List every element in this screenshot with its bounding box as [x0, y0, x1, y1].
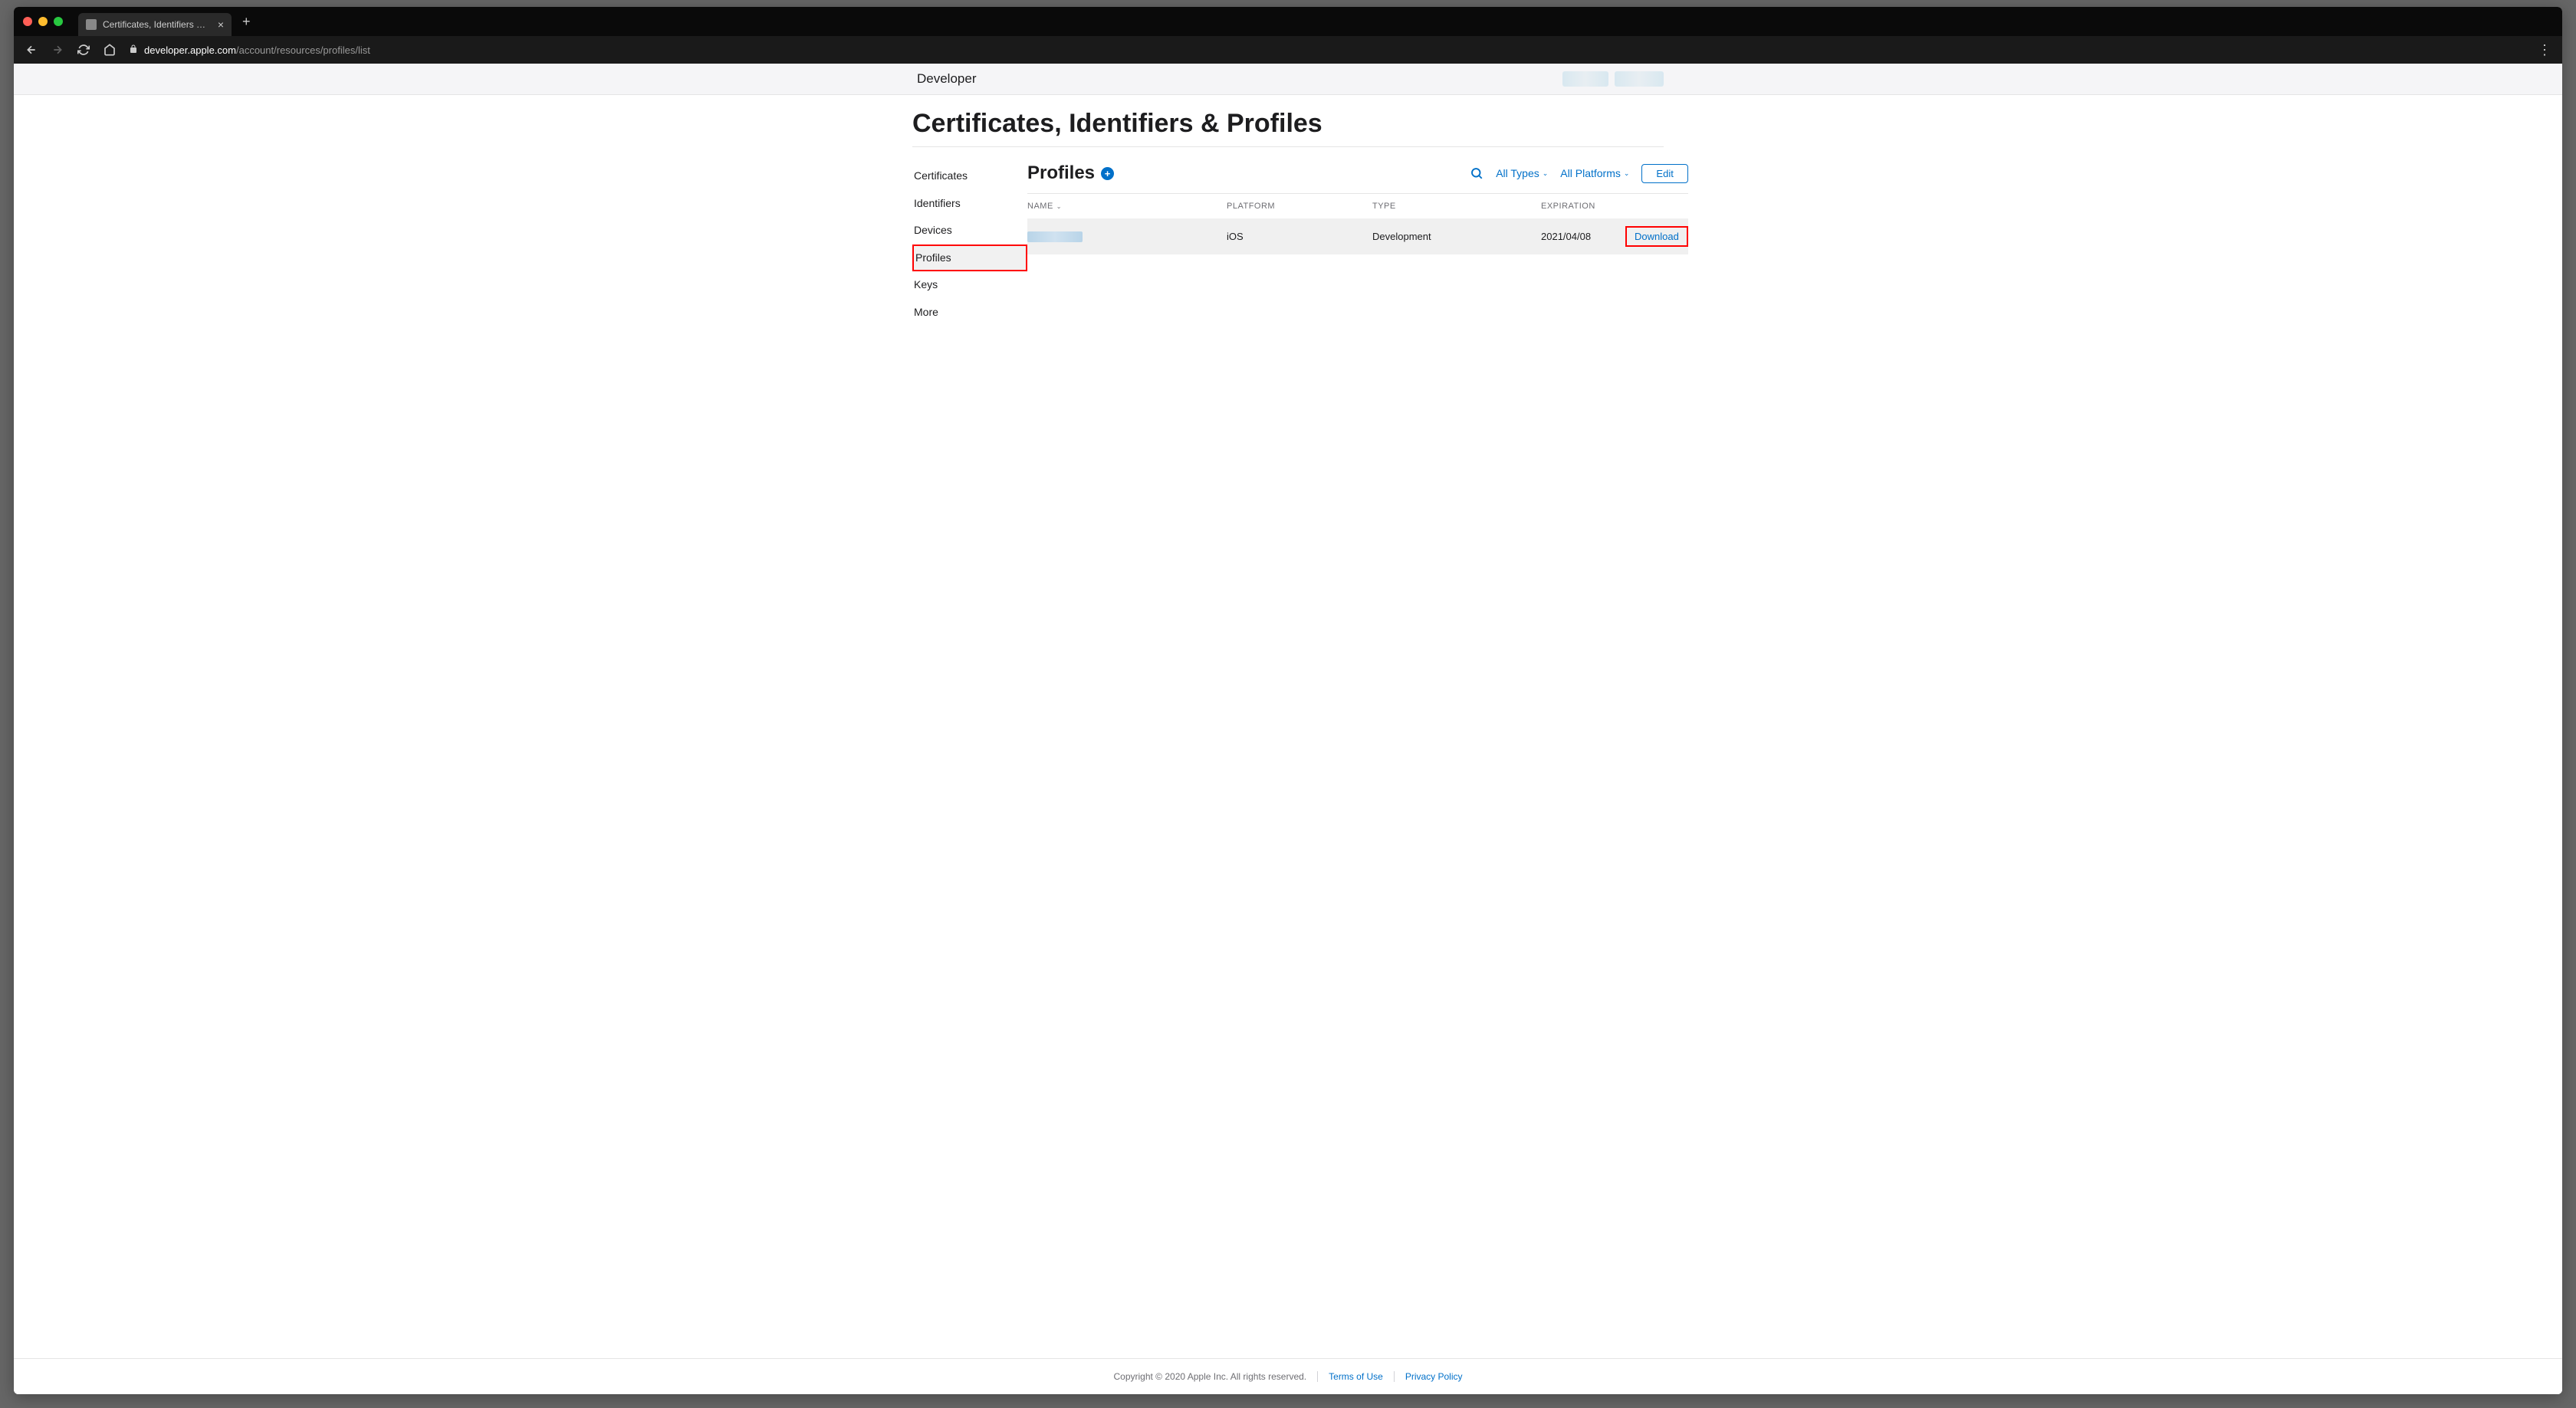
new-tab-button[interactable]: + [242, 15, 251, 28]
browser-toolbar: developer.apple.com/account/resources/pr… [14, 36, 2562, 64]
reload-button[interactable] [77, 44, 90, 56]
row-type: Development [1372, 231, 1541, 242]
sidebar-item-certificates[interactable]: Certificates [912, 162, 1027, 190]
site-header: Developer [14, 64, 2562, 95]
edit-button[interactable]: Edit [1641, 164, 1687, 183]
window-maximize-button[interactable] [54, 17, 63, 26]
tab-close-button[interactable]: × [218, 19, 224, 30]
tab-title: Certificates, Identifiers & Profiles [103, 19, 212, 30]
tab-favicon [86, 19, 97, 30]
browser-window: Certificates, Identifiers & Profiles × +… [14, 7, 2562, 1394]
url-path: /account/resources/profiles/list [236, 44, 370, 56]
download-button[interactable]: Download [1625, 226, 1688, 247]
table-header-row: NAME ⌄ PLATFORM TYPE EXPIRATION [1027, 193, 1688, 218]
filter-types-dropdown[interactable]: All Types ⌄ [1496, 167, 1548, 179]
column-header-platform[interactable]: PLATFORM [1227, 202, 1372, 211]
row-expiration: 2021/04/08 [1541, 231, 1625, 242]
home-button[interactable] [103, 44, 117, 56]
user-team-redacted[interactable] [1615, 71, 1664, 87]
chevron-down-icon: ⌄ [1624, 169, 1630, 178]
developer-brand-text: Developer [917, 71, 977, 87]
profile-name-redacted [1027, 231, 1083, 242]
page-title: Certificates, Identifiers & Profiles [912, 95, 1664, 147]
window-controls [23, 17, 63, 26]
column-header-name[interactable]: NAME ⌄ [1027, 202, 1227, 211]
sidebar-item-more[interactable]: More [912, 299, 1027, 327]
page-content: Developer Certificates, Identifiers & Pr… [14, 64, 2562, 1394]
sidebar-item-identifiers[interactable]: Identifiers [912, 190, 1027, 218]
window-minimize-button[interactable] [38, 17, 48, 26]
copyright-text: Copyright © 2020 Apple Inc. All rights r… [1113, 1371, 1306, 1382]
developer-logo[interactable]: Developer [912, 71, 977, 87]
profiles-table: NAME ⌄ PLATFORM TYPE EXPIRATION [1027, 193, 1688, 254]
table-row[interactable]: iOS Development 2021/04/08 Download [1027, 218, 1688, 254]
sidebar-item-profiles[interactable]: Profiles [912, 245, 1027, 272]
forward-button[interactable] [51, 44, 64, 56]
add-profile-button[interactable]: + [1101, 167, 1114, 180]
sidebar-nav: Certificates Identifiers Devices Profile… [912, 162, 1027, 327]
search-icon[interactable] [1470, 166, 1484, 180]
browser-tab[interactable]: Certificates, Identifiers & Profiles × [78, 13, 232, 36]
filter-platforms-dropdown[interactable]: All Platforms ⌄ [1560, 167, 1629, 179]
lock-icon [129, 44, 138, 56]
page-footer: Copyright © 2020 Apple Inc. All rights r… [14, 1358, 2562, 1394]
user-name-redacted[interactable] [1562, 71, 1608, 87]
sidebar-item-keys[interactable]: Keys [912, 271, 1027, 299]
url-domain: developer.apple.com [144, 44, 236, 56]
browser-tab-bar: Certificates, Identifiers & Profiles × + [14, 7, 2562, 36]
browser-menu-button[interactable]: ⋮ [2538, 42, 2551, 58]
panel-title: Profiles [1027, 162, 1095, 184]
user-menu-area [1562, 71, 1664, 87]
sidebar-item-devices[interactable]: Devices [912, 217, 1027, 245]
chevron-down-icon: ⌄ [1543, 169, 1549, 178]
column-header-expiration[interactable]: EXPIRATION [1541, 202, 1625, 211]
back-button[interactable] [25, 44, 38, 56]
sort-indicator-icon: ⌄ [1056, 203, 1062, 210]
terms-link[interactable]: Terms of Use [1317, 1371, 1383, 1382]
window-close-button[interactable] [23, 17, 32, 26]
address-field[interactable]: developer.apple.com/account/resources/pr… [129, 44, 2525, 56]
column-header-type[interactable]: TYPE [1372, 202, 1541, 211]
profiles-panel: Profiles + All Types ⌄ [1027, 162, 1688, 327]
row-platform: iOS [1227, 231, 1372, 242]
privacy-link[interactable]: Privacy Policy [1394, 1371, 1463, 1382]
